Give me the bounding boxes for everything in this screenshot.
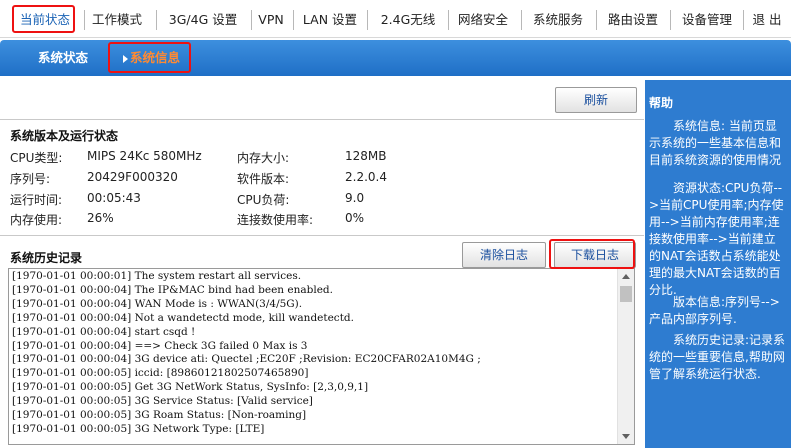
nav-divider bbox=[367, 10, 368, 30]
subnav-system-status[interactable]: 系统状态 bbox=[38, 40, 88, 76]
nav-divider bbox=[670, 10, 671, 30]
log-line: [1970-01-01 00:00:05] iccid: [8986012180… bbox=[12, 367, 309, 380]
software-version-label: 软件版本: bbox=[237, 172, 290, 186]
log-line: [1970-01-01 00:00:04] WAN Mode is : WWAN… bbox=[12, 297, 303, 310]
history-title: 系统历史记录 bbox=[10, 251, 83, 265]
log-line: [1970-01-01 00:00:05] 3G Roam Status: [N… bbox=[12, 409, 307, 422]
nav-24g-wireless[interactable]: 2.4G无线 bbox=[372, 8, 444, 32]
log-textarea[interactable]: [1970-01-01 00:00:01] The system restart… bbox=[8, 268, 635, 445]
nav-lan-settings[interactable]: LAN 设置 bbox=[298, 8, 362, 32]
refresh-button[interactable]: 刷新 bbox=[555, 87, 637, 113]
top-nav: 当前状态 工作模式 3G/4G 设置 VPN LAN 设置 2.4G无线 网络安… bbox=[0, 0, 791, 38]
nav-routing-settings[interactable]: 路由设置 bbox=[601, 8, 665, 32]
serial-value: 20429F000320 bbox=[87, 170, 178, 184]
nav-divider bbox=[596, 10, 597, 30]
connection-usage-label: 连接数使用率: bbox=[237, 213, 314, 227]
log-line: [1970-01-01 00:00:05] Get 3G NetWork Sta… bbox=[12, 381, 369, 394]
log-line: [1970-01-01 00:00:05] 3G Network Type: [… bbox=[12, 422, 265, 435]
nav-3g4g-settings[interactable]: 3G/4G 设置 bbox=[160, 8, 246, 32]
log-scrollbar[interactable] bbox=[617, 269, 634, 444]
main-content: 刷新 系统版本及运行状态 CPU类型: MIPS 24Kc 580MHz 内存大… bbox=[0, 80, 644, 448]
nav-logout[interactable]: 退 出 bbox=[748, 8, 786, 32]
nav-vpn[interactable]: VPN bbox=[254, 8, 288, 32]
highlight-box bbox=[108, 42, 191, 73]
nav-divider bbox=[156, 10, 157, 30]
serial-label: 序列号: bbox=[10, 172, 51, 186]
help-paragraph: 系统信息: 当前页显示系统的一些基本信息和目前系统资源的使用情况 bbox=[649, 119, 782, 167]
scroll-down-icon[interactable] bbox=[622, 434, 630, 439]
uptime-value: 00:05:43 bbox=[87, 191, 141, 205]
log-line: [1970-01-01 00:00:01] The system restart… bbox=[12, 270, 302, 282]
cpu-type-value: MIPS 24Kc 580MHz bbox=[87, 149, 202, 163]
log-line: [1970-01-01 00:00:04] 3G device ati: Que… bbox=[12, 353, 481, 366]
log-line: [1970-01-01 00:00:05] 3G Service Status:… bbox=[12, 395, 313, 408]
nav-divider bbox=[251, 10, 252, 30]
nav-system-services[interactable]: 系统服务 bbox=[526, 8, 590, 32]
help-paragraph: 版本信息:序列号-->产品内部序列号. bbox=[649, 295, 780, 326]
nav-divider bbox=[743, 10, 744, 30]
scroll-thumb[interactable] bbox=[620, 286, 632, 302]
help-paragraph: 系统历史记录:记录系统的一些重要信息,帮助网管了解系统运行状态. bbox=[649, 333, 786, 381]
scroll-up-icon[interactable] bbox=[622, 274, 630, 279]
memory-size-label: 内存大小: bbox=[237, 151, 290, 165]
divider bbox=[0, 235, 644, 236]
memory-usage-label: 内存使用: bbox=[10, 213, 63, 227]
help-panel: 帮助 系统信息: 当前页显示系统的一些基本信息和目前系统资源的使用情况 资源状态… bbox=[645, 80, 791, 448]
uptime-label: 运行时间: bbox=[10, 193, 63, 207]
highlight-box bbox=[12, 5, 75, 33]
cpu-load-label: CPU负荷: bbox=[237, 193, 290, 207]
help-title: 帮助 bbox=[649, 96, 674, 110]
log-line: [1970-01-01 00:00:04] start csqd ! bbox=[12, 325, 196, 338]
nav-divider bbox=[293, 10, 294, 30]
sysinfo-title: 系统版本及运行状态 bbox=[10, 129, 119, 143]
nav-divider bbox=[448, 10, 449, 30]
nav-divider bbox=[521, 10, 522, 30]
nav-device-management[interactable]: 设备管理 bbox=[676, 8, 738, 32]
software-version-value: 2.2.0.4 bbox=[345, 170, 387, 184]
log-line: [1970-01-01 00:00:04] ==> Check 3G faile… bbox=[12, 339, 308, 352]
highlight-box bbox=[549, 239, 635, 269]
divider bbox=[0, 119, 644, 120]
connection-usage-value: 0% bbox=[345, 211, 365, 225]
cpu-type-label: CPU类型: bbox=[10, 151, 63, 165]
help-paragraph: 资源状态:CPU负荷-->当前CPU使用率;内存使用-->当前内存使用率;连接数… bbox=[649, 181, 784, 297]
memory-usage-value: 26% bbox=[87, 211, 114, 225]
memory-size-value: 128MB bbox=[345, 149, 387, 163]
log-line: [1970-01-01 00:00:04] The IP&MAC bind ha… bbox=[12, 283, 333, 296]
log-line: [1970-01-01 00:00:04] Not a wandetectd m… bbox=[12, 311, 354, 324]
cpu-load-value: 9.0 bbox=[345, 191, 365, 205]
nav-work-mode[interactable]: 工作模式 bbox=[88, 8, 146, 32]
clear-log-button[interactable]: 清除日志 bbox=[462, 242, 546, 268]
nav-divider bbox=[84, 10, 85, 30]
log-lines: [1970-01-01 00:00:01] The system restart… bbox=[12, 270, 612, 437]
nav-network-security[interactable]: 网络安全 bbox=[452, 8, 514, 32]
